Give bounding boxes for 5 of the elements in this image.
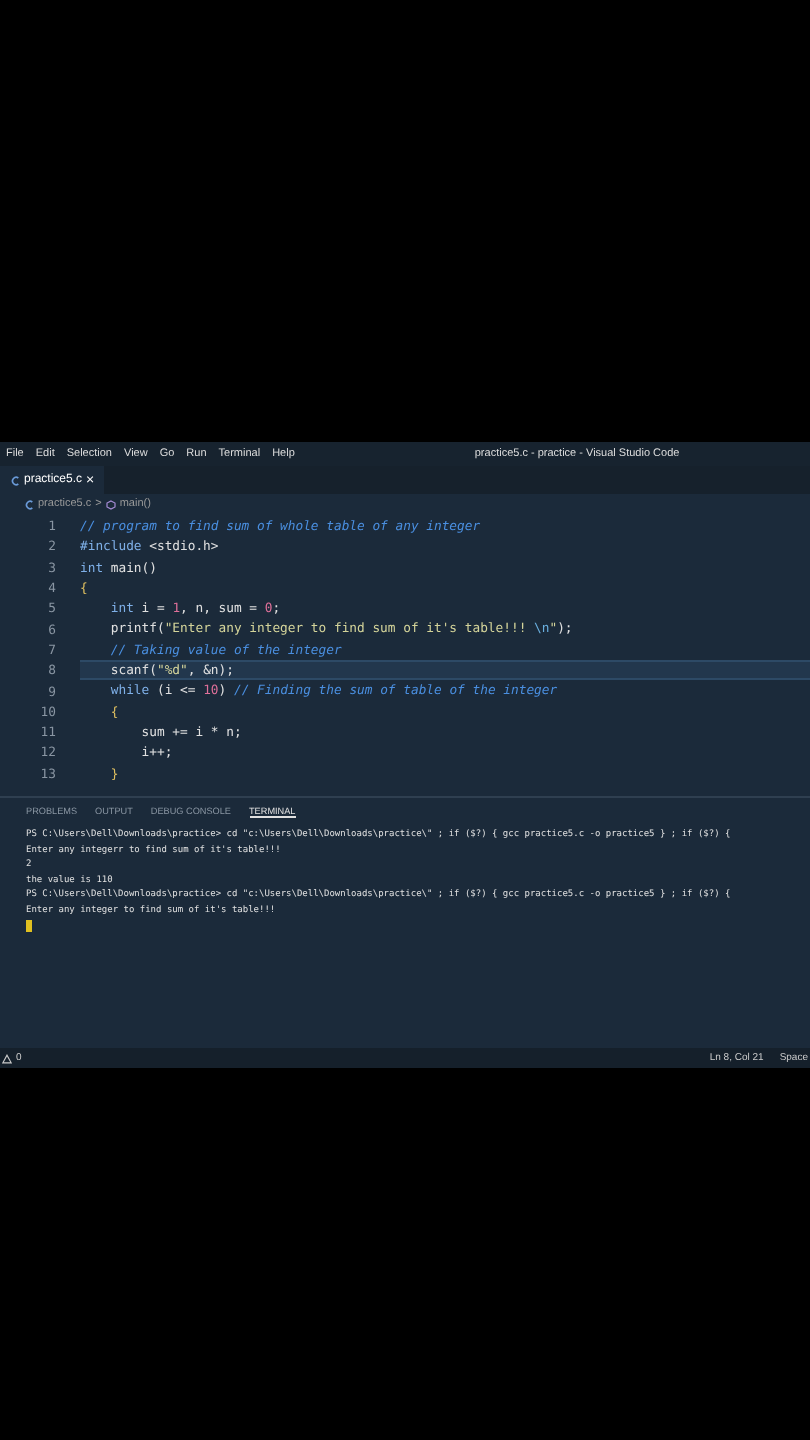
c-file-icon — [24, 499, 34, 509]
warning-icon[interactable] — [2, 1053, 12, 1063]
cube-icon — [105, 499, 116, 509]
c-file-icon — [10, 475, 20, 485]
terminal-cursor — [26, 919, 32, 932]
